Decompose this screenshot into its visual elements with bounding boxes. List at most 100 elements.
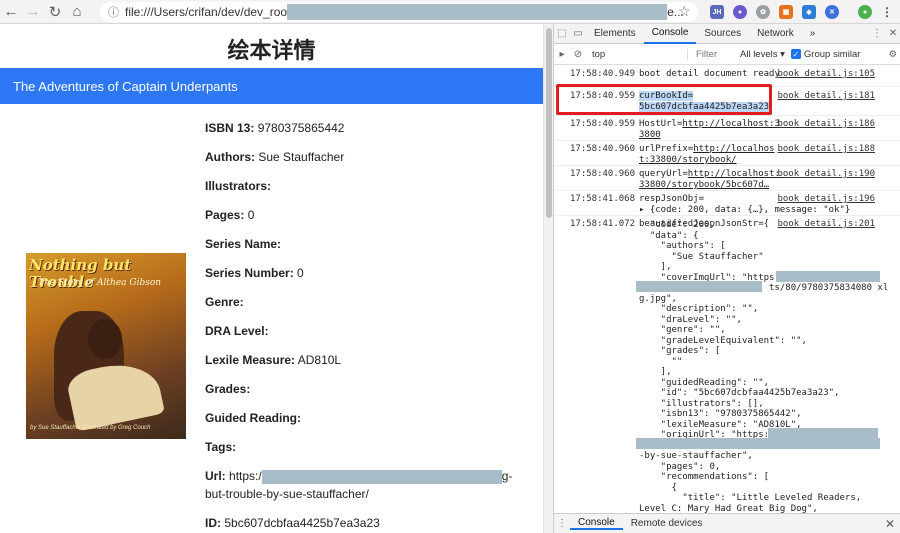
cover-credit: by Sue Stauffacher illustrated by Greg C… (30, 425, 151, 431)
redacted-url (261, 469, 502, 484)
source-link[interactable]: book_detail.js:186 (777, 119, 875, 129)
redacted-text (636, 438, 880, 449)
tab-sources[interactable]: Sources (696, 24, 749, 44)
field-genre: Genre: (205, 295, 244, 309)
json-line: "gradeLevelEquivalent": "", (639, 335, 807, 346)
field-id: ID: 5bc607dcbfaa4425b7ea3a23 (205, 516, 380, 530)
extension-icon[interactable]: ✕ (825, 5, 839, 19)
extension-jh-icon[interactable]: JH (710, 5, 724, 19)
json-output: "code": 200, "data": { "authors": [ "Sue… (639, 220, 888, 514)
home-icon[interactable]: ⌂ (66, 1, 88, 23)
tab-console[interactable]: Console (643, 24, 697, 44)
field-series-name: Series Name: (205, 237, 282, 251)
field-guided-reading: Guided Reading: (205, 411, 301, 425)
close-devtools-icon[interactable]: ✕ (885, 26, 900, 42)
json-line: "isbn13": "9780375865442", (639, 409, 802, 419)
json-line: ], (639, 367, 672, 377)
json-line: "pages": 0, (639, 461, 721, 472)
log-row[interactable]: 17:58:41.068 respJsonObj= ▸ {code: 200, … (554, 191, 900, 216)
field-grades: Grades: (205, 382, 251, 396)
source-link[interactable]: book_detail.js:196 (777, 194, 875, 204)
json-line: "Sue Stauffacher" (639, 251, 764, 262)
json-line: "title": "Little Leveled Readers, (639, 493, 862, 503)
json-line: "grades": [ (639, 346, 721, 356)
source-link[interactable]: book_detail.js:105 (777, 69, 875, 79)
redacted-text (776, 271, 880, 282)
json-line: "draLevel": "", (639, 314, 742, 325)
log-row: 17:58:40.960 queryUrl=http://localhost: … (554, 166, 900, 191)
log-row: 17:58:40.960 urlPrefix=http://localhos t… (554, 141, 900, 166)
console-filter-bar: ▸ ⊘ top Filter All levels ▾ ✓ Group simi… (554, 44, 900, 65)
field-url-cont: but-trouble-by-sue-stauffacher/ (205, 487, 369, 501)
page-content: 绘本详情 The Adventures of Captain Underpant… (0, 24, 543, 533)
source-link[interactable]: book_detail.js:181 (777, 91, 875, 101)
source-link[interactable]: book_detail.js:188 (777, 144, 875, 154)
settings-menu-icon[interactable]: ⋮ (869, 26, 885, 42)
log-row: 17:58:40.959 HostUrl=http://localhost:3 … (554, 116, 900, 141)
highlight-box (556, 84, 772, 115)
extension-icon[interactable]: ● (733, 5, 747, 19)
field-lexile: Lexile Measure: AD810L (205, 353, 342, 367)
back-icon[interactable]: ← (0, 1, 22, 23)
json-line: "" (639, 356, 683, 367)
reload-icon[interactable]: ↻ (44, 1, 66, 23)
tab-elements[interactable]: Elements (586, 24, 644, 44)
group-similar-label: Group similar (803, 48, 861, 60)
redacted-text (636, 281, 762, 292)
field-pages: Pages: 0 (205, 208, 255, 222)
extension-icon[interactable]: ▦ (779, 5, 793, 19)
field-dra-level: DRA Level: (205, 324, 269, 338)
json-line: "id": "5bc607dcbfaa4425b7ea3a23", (639, 388, 840, 398)
sidebar-toggle-icon[interactable]: ▸ (554, 46, 570, 62)
cover-subtitle: The Story of Althea Gibson (38, 278, 162, 288)
drawer-tab-remote-devices[interactable]: Remote devices (623, 518, 711, 529)
console-settings-icon[interactable]: ⚙ (888, 49, 897, 60)
drawer-tab-console[interactable]: Console (570, 517, 623, 530)
source-link[interactable]: book_detail.js:190 (777, 169, 875, 179)
tab-network[interactable]: Network (749, 24, 802, 44)
close-drawer-icon[interactable]: ✕ (885, 517, 895, 531)
page-scrollbar[interactable] (543, 24, 553, 533)
drawer-menu-icon[interactable]: ⋮ (554, 516, 570, 532)
filter-input[interactable]: Filter (696, 49, 736, 60)
json-line: Level C: Mary Had Great Big Dog", (639, 503, 818, 514)
extension-icon[interactable]: ◈ (802, 5, 816, 19)
profile-icon[interactable]: ● (858, 5, 872, 19)
book-name-bar: The Adventures of Captain Underpants (0, 68, 543, 104)
redacted-url (287, 4, 668, 20)
json-line: { (639, 482, 677, 493)
console-log: 17:58:40.949 boot detail document ready … (554, 65, 900, 513)
url-text: file:///Users/crifan/dev/dev_roo (125, 5, 288, 19)
field-isbn: ISBN 13: 9780375865442 (205, 121, 345, 135)
json-line: g.jpg", (639, 293, 677, 304)
extension-icon[interactable]: ✿ (756, 5, 770, 19)
device-toolbar-icon[interactable]: ▭ (570, 26, 586, 42)
forward-icon[interactable]: → (22, 1, 44, 23)
bookmark-star-icon[interactable]: ☆ (678, 3, 691, 20)
field-tags: Tags: (205, 440, 237, 454)
object-preview[interactable]: ▸ {code: 200, data: {…}, message: "ok"} (639, 205, 850, 215)
field-url: Url: https:/g- (205, 469, 513, 484)
field-illustrators: Illustrators: (205, 179, 272, 193)
json-line: "recommendations": [ (639, 472, 770, 482)
json-line: "data": { (639, 230, 699, 241)
address-bar[interactable]: ⓘ file:///Users/crifan/dev/dev_roo e... (100, 2, 698, 22)
group-similar-checkbox[interactable]: ✓ (790, 49, 801, 59)
page-title: 绘本详情 (227, 39, 316, 64)
more-tabs-button[interactable]: » (802, 24, 824, 44)
json-line: "description": "", (639, 304, 759, 314)
clear-console-icon[interactable]: ⊘ (570, 46, 586, 62)
json-line: "authors": [ (639, 241, 726, 251)
json-line: "illustrators": [], (639, 398, 764, 409)
drawer-tabbar: ⋮ Console Remote devices ✕ (554, 513, 900, 533)
book-cover-image: Nothing but Trouble The Story of Althea … (26, 253, 186, 439)
devtools-tabbar: ⬚ ▭ Elements Console Sources Network » ⋮… (554, 24, 900, 44)
inspect-icon[interactable]: ⬚ (554, 26, 570, 42)
context-selector[interactable]: top (592, 48, 688, 60)
json-line: "code": 200, (639, 220, 715, 230)
info-icon: ⓘ (108, 7, 119, 19)
menu-icon[interactable]: ⋮ (880, 5, 894, 19)
levels-dropdown[interactable]: All levels ▾ (740, 49, 785, 60)
json-line: "guidedReading": "", (639, 377, 770, 388)
scrollbar-thumb[interactable] (546, 28, 552, 218)
